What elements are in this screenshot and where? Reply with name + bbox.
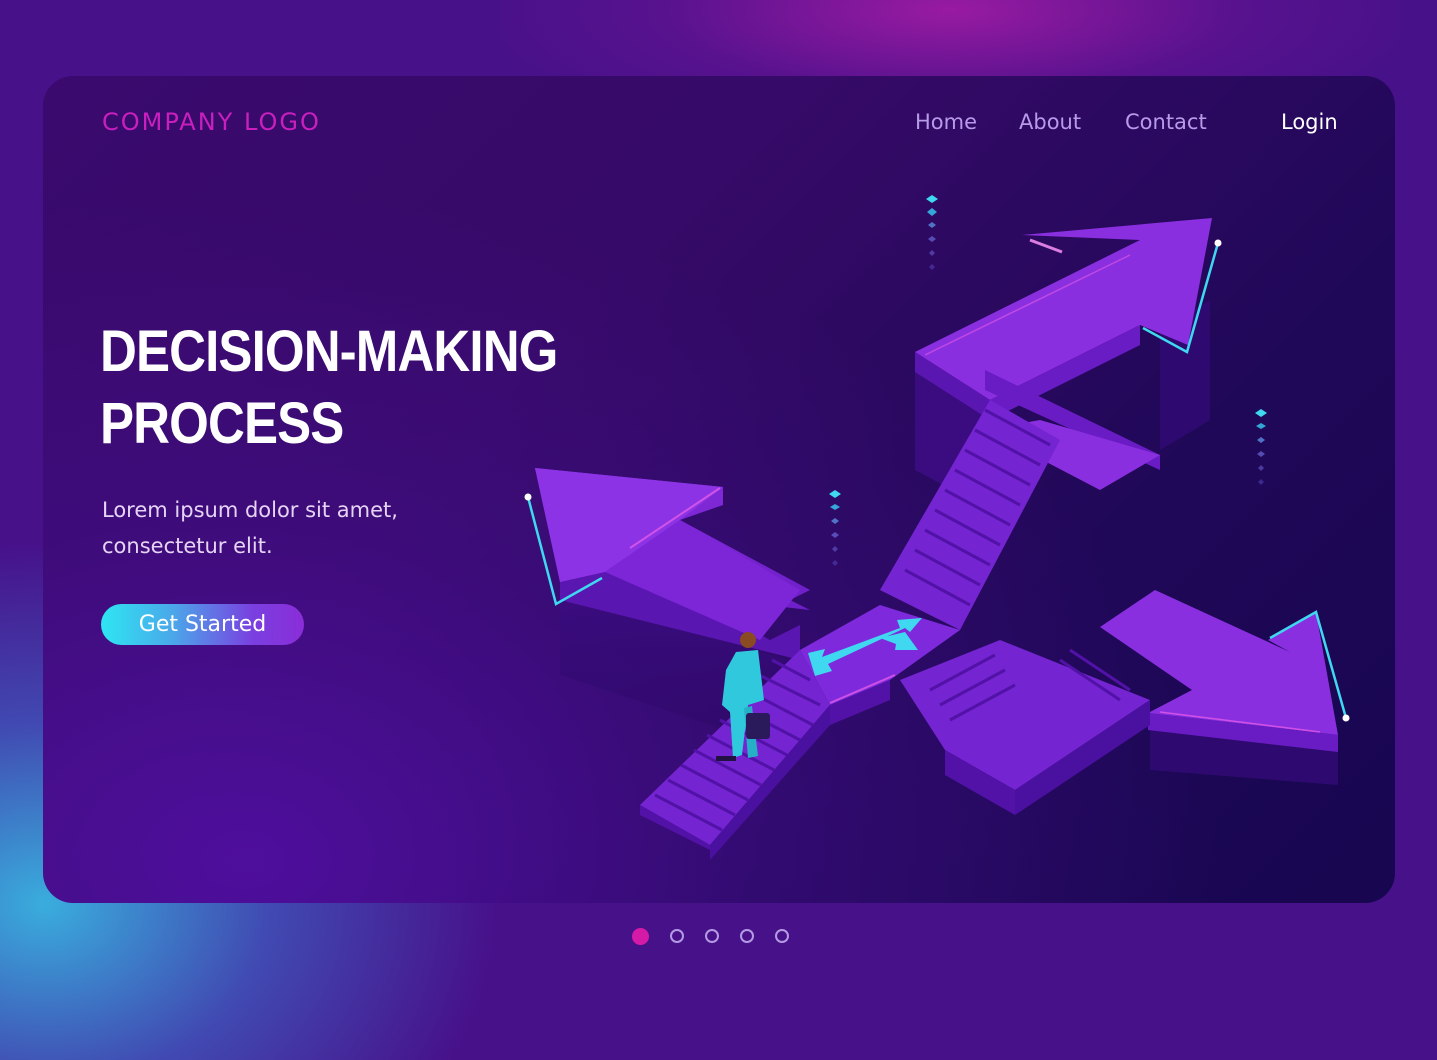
hero-title-line-2: PROCESS <box>100 391 344 456</box>
nav-link-about[interactable]: About <box>1019 110 1081 134</box>
pagination-dot-1[interactable] <box>632 928 649 945</box>
main-nav: Home About Contact Login <box>0 110 1437 142</box>
hero-subtitle-line-2: consectetur elit. <box>102 534 273 558</box>
hero-subtitle-line-1: Lorem ipsum dolor sit amet, <box>102 498 398 522</box>
arrow-down-right <box>1100 590 1350 785</box>
briefcase-icon <box>746 713 770 739</box>
pagination-dot-5[interactable] <box>775 929 789 943</box>
hero-title-line-1: DECISION-MAKING <box>100 319 558 384</box>
nav-link-login[interactable]: Login <box>1281 110 1338 134</box>
pagination-dot-2[interactable] <box>670 929 684 943</box>
nav-link-contact[interactable]: Contact <box>1125 110 1207 134</box>
hero-subtitle: Lorem ipsum dolor sit amet, consectetur … <box>102 492 462 564</box>
decorative-dot-column <box>926 195 938 270</box>
get-started-button[interactable]: Get Started <box>101 604 304 645</box>
nav-link-home[interactable]: Home <box>915 110 977 134</box>
staircase-lower-right <box>900 640 1150 815</box>
pagination-dots <box>632 928 789 945</box>
decorative-dot-column <box>829 490 841 566</box>
decision-staircase-illustration <box>524 195 1350 860</box>
hero-title: DECISION-MAKING PROCESS <box>100 316 558 460</box>
decorative-dot-column <box>1255 409 1267 485</box>
pagination-dot-4[interactable] <box>740 929 754 943</box>
pagination-dot-3[interactable] <box>705 929 719 943</box>
